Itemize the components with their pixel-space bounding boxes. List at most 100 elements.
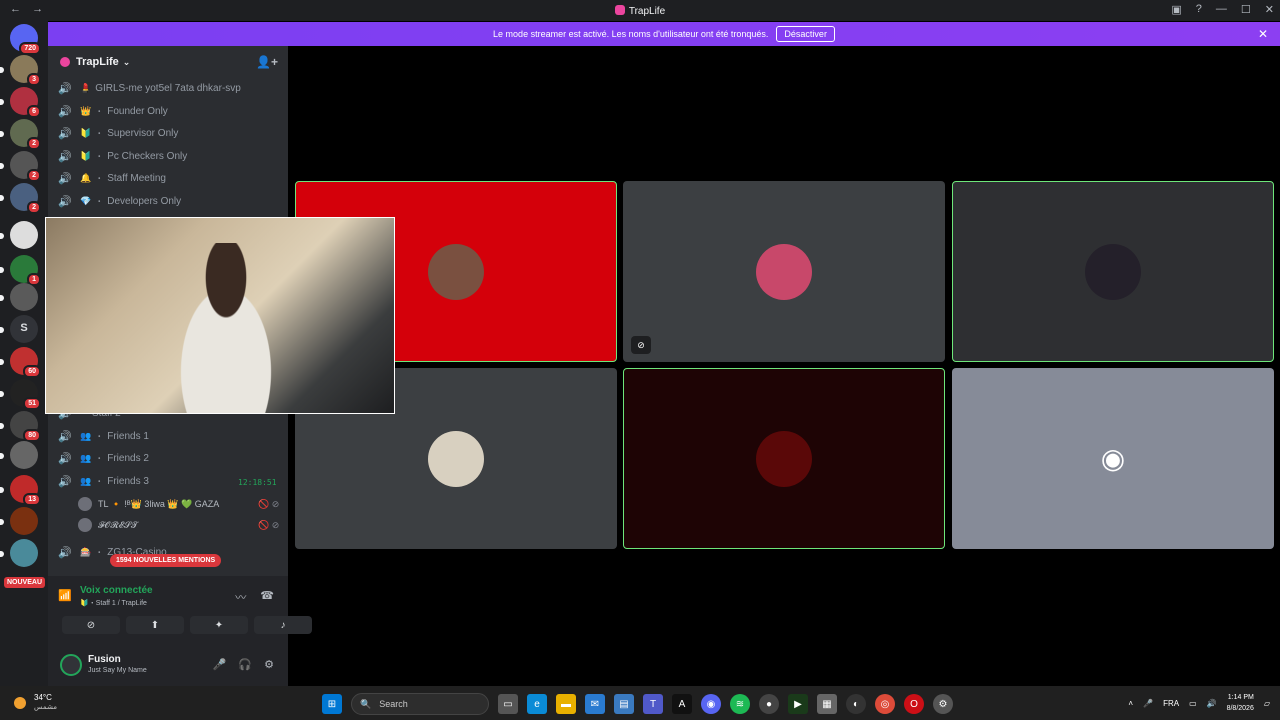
server-icon-server-8[interactable]	[0, 283, 38, 311]
notification-icon[interactable]: ▱	[1264, 699, 1270, 708]
inbox-icon[interactable]: ▣	[1171, 3, 1181, 16]
screen-share-button[interactable]: ⬆	[126, 616, 184, 634]
volume-icon[interactable]: 🔊	[1207, 699, 1217, 708]
discord-icon[interactable]: ◉	[701, 694, 721, 714]
activities-button[interactable]: ✦	[190, 616, 248, 634]
server-icon-server-16[interactable]	[0, 539, 38, 567]
clock-date: 8/8/2026	[1226, 705, 1254, 712]
server-icon-server-3[interactable]: 2	[0, 119, 41, 150]
terminal-icon[interactable]: ▶	[788, 694, 808, 714]
voice-channel-item[interactable]: 🔊 🔰 ・ Supervisor Only	[58, 123, 178, 143]
close-icon[interactable]: ✕	[1258, 27, 1268, 41]
edge-icon[interactable]: e	[527, 694, 547, 714]
user-name[interactable]: Fusion	[88, 654, 121, 665]
noise-suppression-icon[interactable]: 〰	[235, 589, 246, 605]
minimize-button[interactable]: —	[1216, 3, 1227, 16]
soundboard-button[interactable]: ♪	[254, 616, 312, 634]
channel-emoji-icon: 👑	[80, 105, 92, 116]
server-icon-server-14[interactable]: 13	[0, 475, 41, 506]
guild-header[interactable]: TrapLife ⌄ 👤+	[48, 46, 288, 78]
server-icon-server-12[interactable]: 80	[0, 411, 41, 442]
window-title-text: TrapLife	[628, 6, 666, 17]
mic-tray-icon[interactable]: 🎤	[1143, 699, 1153, 708]
streamer-mode-banner: Le mode streamer est activé. Les noms d'…	[48, 22, 1280, 46]
app-a-icon[interactable]: A	[672, 694, 692, 714]
mention-badge: 2	[27, 137, 41, 150]
server-icon-discord-home[interactable]: 720	[10, 24, 41, 55]
disable-streamer-button[interactable]: Désactiver	[776, 26, 835, 42]
server-icon-server-4[interactable]: 2	[0, 151, 41, 182]
settings-icon[interactable]: ⚙	[933, 694, 953, 714]
spotify-icon[interactable]: ≋	[730, 694, 750, 714]
server-icon-server-s[interactable]: S	[0, 315, 38, 343]
clock[interactable]: 1:14 PM 8/8/2026	[1227, 692, 1254, 714]
gear-icon[interactable]: ⚙	[264, 658, 274, 671]
server-icon-server-10[interactable]: 60	[0, 347, 41, 378]
network-icon[interactable]: ▭	[1189, 699, 1197, 708]
chrome-icon[interactable]: ◎	[875, 694, 895, 714]
server-icon-server-13[interactable]	[0, 441, 38, 469]
webcam-person	[156, 243, 296, 413]
new-badge[interactable]: NOUVEAU	[4, 577, 46, 588]
server-icon-server-2[interactable]: 6	[0, 87, 41, 118]
task-view-icon[interactable]: ▭	[498, 694, 518, 714]
microphone-icon[interactable]: 🎤	[213, 658, 227, 671]
maximize-button[interactable]: ☐	[1241, 3, 1251, 16]
server-icon-server-15[interactable]	[0, 507, 38, 535]
voice-channel-item[interactable]: 🔊 💄 GIRLS-me yot5el 7ata dhkar-svp	[58, 78, 241, 98]
video-tile-6[interactable]: ◉	[952, 368, 1274, 549]
add-member-icon[interactable]: 👤+	[256, 55, 278, 69]
taskbar-apps: ⊞ 🔍 Search ▭ e ▬ ✉ ▤ T A ◉ ≋ ● ▶ ▦ ◐ ◎ O …	[322, 693, 953, 715]
close-button[interactable]: ✕	[1265, 3, 1274, 16]
chevron-up-icon[interactable]: ˄	[1128, 699, 1133, 708]
weather-widget[interactable]: 34°C مشمس	[14, 693, 57, 713]
start-icon[interactable]: ⊞	[322, 694, 342, 714]
signal-icon[interactable]: 📶	[58, 589, 72, 602]
search-input[interactable]: 🔍 Search	[351, 693, 489, 715]
title-bar: ← → TrapLife ▣ ? — ☐ ✕	[0, 0, 1280, 21]
avatar[interactable]	[60, 654, 82, 676]
voice-user[interactable]: 𝓕𝓞𝓡𝓔𝓢𝓣 🚫 ⊘	[78, 516, 279, 534]
participant-avatar	[428, 430, 484, 487]
server-icon-server-11[interactable]: 51	[0, 379, 41, 410]
language-indicator[interactable]: FRA	[1163, 699, 1179, 708]
file-explorer-icon[interactable]: ▬	[556, 694, 576, 714]
voice-channel[interactable]: 🔰・Staff 1 / TrapLife	[80, 598, 147, 608]
headphones-icon[interactable]: 🎧	[238, 658, 252, 671]
channel-label: Staff Meeting	[107, 172, 166, 184]
mention-badge: 6	[27, 105, 41, 118]
server-icon-server-7[interactable]: 1	[0, 255, 41, 286]
help-icon[interactable]: ?	[1196, 3, 1202, 16]
voice-channel-item[interactable]: 🔊 👥 ・ Friends 2	[58, 448, 149, 468]
video-tile-3[interactable]	[952, 181, 1274, 362]
teams-icon[interactable]: T	[643, 694, 663, 714]
server-icon-server-1[interactable]: 3	[0, 55, 41, 86]
voice-channel-item[interactable]: 🔊 👥 ・ Friends 3	[58, 471, 149, 491]
speaker-icon: 🔊	[58, 475, 72, 488]
voice-channel-item[interactable]: 🔊 🔔 ・ Staff Meeting	[58, 168, 166, 188]
server-icon-traplife[interactable]	[0, 221, 38, 249]
mentions-badge[interactable]: 1594 NOUVELLES MENTIONS	[110, 554, 222, 567]
store-icon[interactable]: ▤	[614, 694, 634, 714]
taskbar: 34°C مشمس ⊞ 🔍 Search ▭ e ▬ ✉ ▤ T A ◉ ≋ ● …	[0, 686, 1280, 720]
camera-off-button[interactable]: ⊘	[62, 616, 120, 634]
video-tile-5[interactable]	[623, 368, 945, 549]
mention-badge: 3	[27, 73, 41, 86]
voice-channel-item[interactable]: 🔊 💎 ・ Developers Only	[58, 191, 181, 211]
voice-channel-item[interactable]: 🔊 👑 ・ Founder Only	[58, 101, 168, 121]
obs-icon[interactable]: ●	[759, 694, 779, 714]
voice-status[interactable]: Voix connectée	[80, 585, 153, 596]
opera-icon[interactable]: O	[904, 694, 924, 714]
steam-icon[interactable]: ◐	[846, 694, 866, 714]
mail-icon[interactable]: ✉	[585, 694, 605, 714]
server-icon-server-5[interactable]: 2	[0, 183, 41, 214]
calculator-icon[interactable]: ▦	[817, 694, 837, 714]
channel-separator: ・	[95, 173, 104, 183]
voice-channel-item[interactable]: 🔊 🔰 ・ Pc Checkers Only	[58, 146, 187, 166]
channel-label: GIRLS-me yot5el 7ata dhkar-svp	[95, 82, 241, 94]
video-tile-2[interactable]: ⊘	[623, 181, 945, 362]
participant-avatar	[428, 243, 484, 300]
disconnect-icon[interactable]: ☎	[260, 589, 274, 605]
voice-channel-item[interactable]: 🔊 👥 ・ Friends 1	[58, 426, 149, 446]
voice-user[interactable]: TL 🔸 !ᴮ👑 3liwa 👑 💚 GAZA 🚫 ⊘	[78, 495, 279, 513]
